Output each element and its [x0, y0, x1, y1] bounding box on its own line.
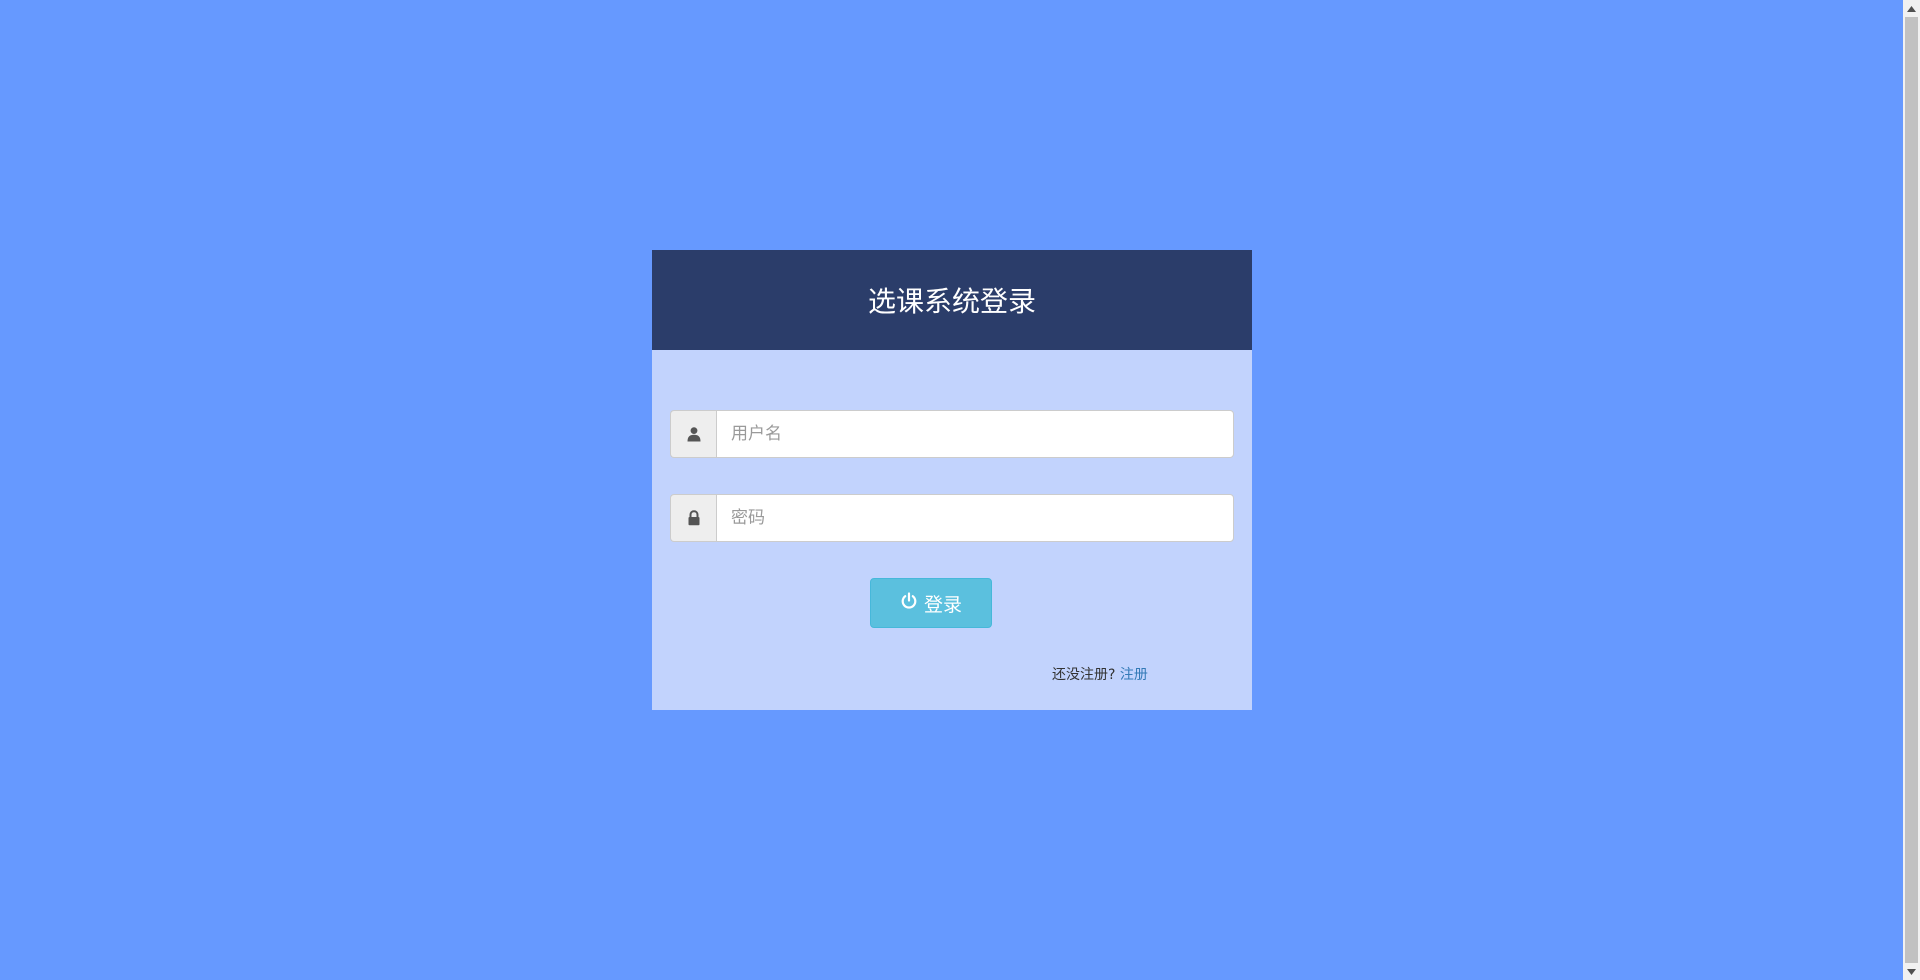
power-icon — [900, 591, 918, 615]
login-button[interactable]: 登录 — [870, 578, 992, 628]
password-group — [670, 494, 1234, 542]
lock-icon — [670, 494, 716, 542]
scroll-up-arrow-icon[interactable] — [1903, 0, 1920, 17]
username-group — [670, 410, 1234, 458]
register-prompt: 还没注册? — [1052, 667, 1116, 683]
vertical-scrollbar[interactable] — [1903, 0, 1920, 980]
password-input[interactable] — [716, 494, 1234, 542]
login-card: 选课系统登录 用户名 登录 还没注册? 注册 — [652, 250, 1252, 710]
login-header: 选课系统登录 — [652, 250, 1252, 350]
register-line: 还没注册? 注册 — [1052, 664, 1148, 684]
username-input[interactable] — [716, 410, 1234, 458]
user-icon — [670, 410, 716, 458]
scroll-down-arrow-icon[interactable] — [1903, 963, 1920, 980]
scrollbar-thumb[interactable] — [1905, 17, 1918, 963]
login-title: 选课系统登录 — [867, 285, 1036, 318]
register-link[interactable]: 注册 — [1120, 667, 1148, 683]
page: 选课系统登录 用户名 登录 还没注册? 注册 — [0, 0, 1920, 980]
login-button-label: 登录 — [923, 593, 962, 616]
